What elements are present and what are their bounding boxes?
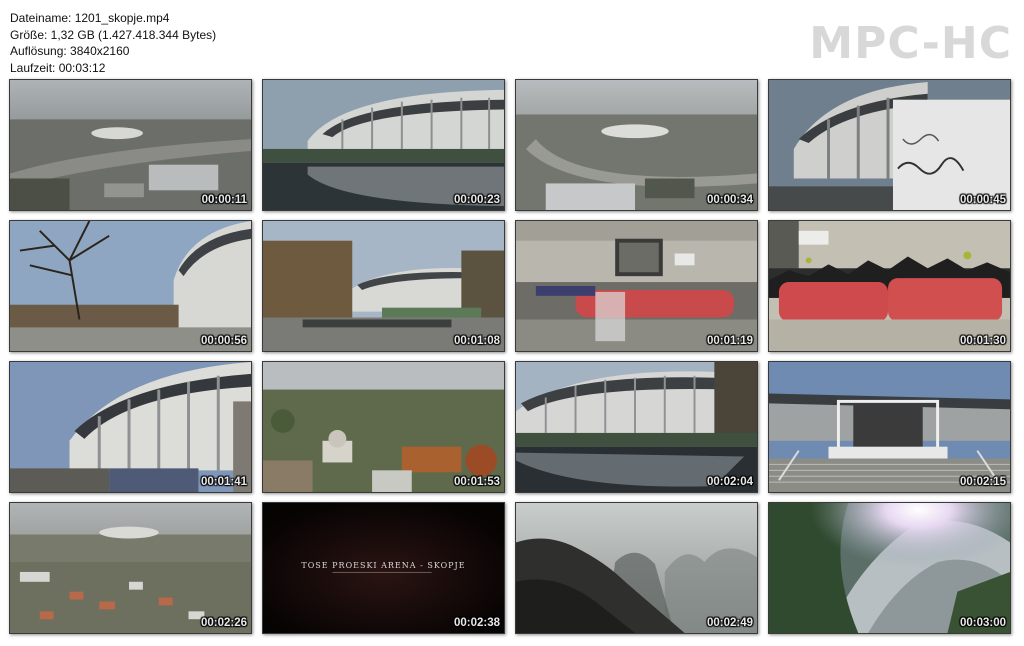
thumbnail[interactable]: 00:02:49: [515, 502, 758, 634]
thumbnail[interactable]: 00:03:00: [768, 502, 1011, 634]
thumbnail-image: [769, 80, 1010, 210]
thumbnail-image: [263, 80, 504, 210]
thumbnail-image: [769, 362, 1010, 492]
timestamp: 00:01:19: [706, 335, 753, 347]
thumbnail-image: [516, 362, 757, 492]
thumbnail-image: [263, 221, 504, 351]
thumbnail-image: [516, 503, 757, 633]
thumbnail-image: [516, 80, 757, 210]
thumbnail[interactable]: 00:00:56: [9, 220, 252, 352]
thumbnail-image: [769, 221, 1010, 351]
thumbnail[interactable]: 00:01:41: [9, 361, 252, 493]
thumbnail-image: [10, 503, 251, 633]
timestamp: 00:01:53: [453, 476, 500, 488]
thumbnail-grid: 00:00:11 00:00:23 00:00:34 00:00:45 00:0…: [0, 0, 1024, 646]
timestamp: 00:00:34: [706, 194, 753, 206]
timestamp: 00:00:56: [200, 335, 247, 347]
timestamp: 00:02:15: [959, 476, 1006, 488]
thumbnail[interactable]: 00:01:30: [768, 220, 1011, 352]
timestamp: 00:01:30: [959, 335, 1006, 347]
timestamp: 00:01:41: [200, 476, 247, 488]
thumbnail[interactable]: 00:02:26: [9, 502, 252, 634]
timestamp: 00:02:38: [453, 617, 500, 629]
timestamp: 00:00:23: [453, 194, 500, 206]
timestamp: 00:02:04: [706, 476, 753, 488]
thumbnail[interactable]: TOSE PROESKI ARENA - SKOPJE 00:02:38: [262, 502, 505, 634]
thumbnail-image: [10, 80, 251, 210]
timestamp: 00:02:49: [706, 617, 753, 629]
thumbnail[interactable]: 00:01:53: [262, 361, 505, 493]
timestamp: 00:01:08: [453, 335, 500, 347]
timestamp: 00:02:26: [200, 617, 247, 629]
thumbnail[interactable]: 00:01:08: [262, 220, 505, 352]
title-card-caption: TOSE PROESKI ARENA - SKOPJE: [301, 561, 466, 570]
thumbnail-image: [263, 362, 504, 492]
thumbnail-image: [769, 503, 1010, 633]
thumbnail-image: [10, 362, 251, 492]
thumbnail-image: [516, 221, 757, 351]
timestamp: 00:00:45: [959, 194, 1006, 206]
thumbnail[interactable]: 00:00:11: [9, 79, 252, 211]
thumbnail[interactable]: 00:02:04: [515, 361, 758, 493]
timestamp: 00:03:00: [959, 617, 1006, 629]
thumbnail[interactable]: 00:00:45: [768, 79, 1011, 211]
thumbnail[interactable]: 00:00:34: [515, 79, 758, 211]
thumbnail[interactable]: 00:01:19: [515, 220, 758, 352]
timestamp: 00:00:11: [201, 194, 247, 206]
thumbnail[interactable]: 00:02:15: [768, 361, 1011, 493]
thumbnail-image: [10, 221, 251, 351]
thumbnail[interactable]: 00:00:23: [262, 79, 505, 211]
